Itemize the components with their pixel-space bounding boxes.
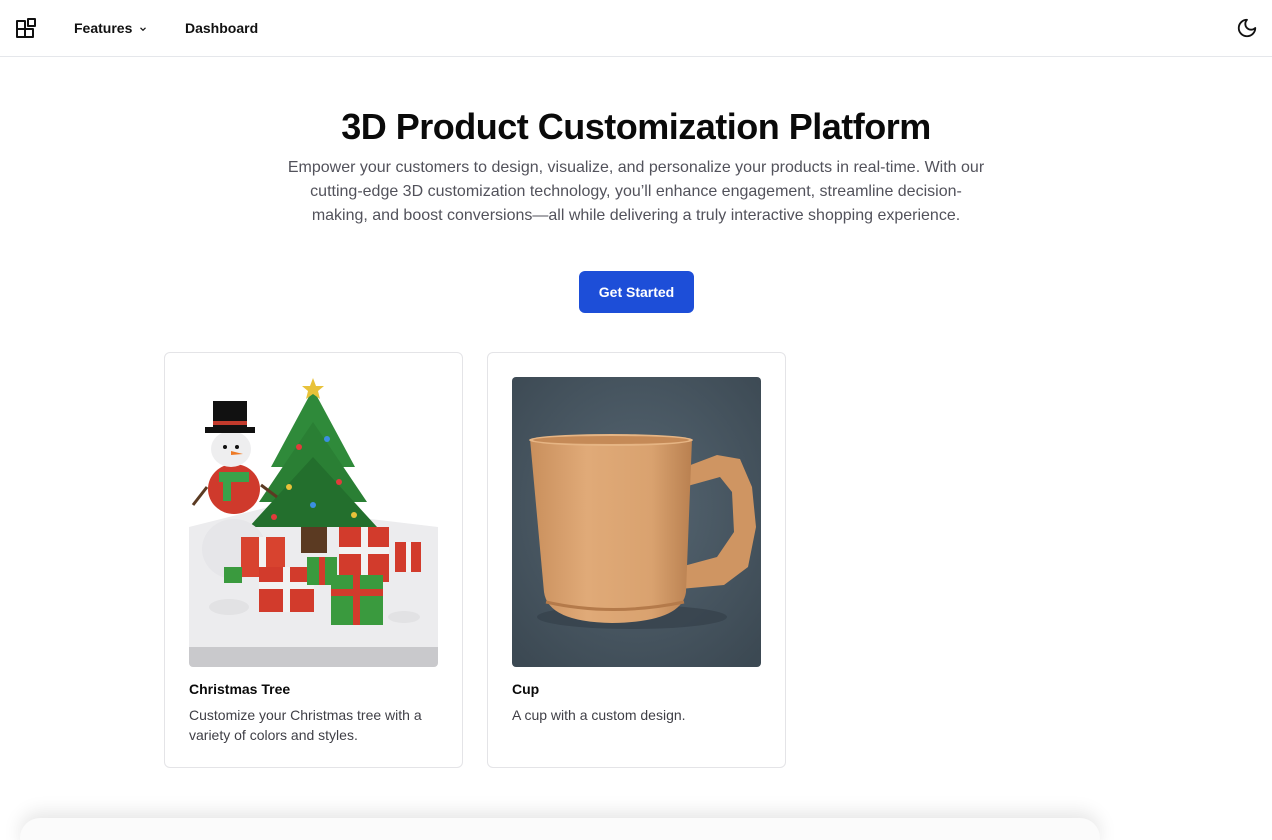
nav-dashboard-label: Dashboard: [185, 20, 259, 36]
hero-subtitle: Empower your customers to design, visual…: [287, 159, 985, 224]
chevron-down-icon: [140, 27, 147, 32]
product-card-title: Christmas Tree: [189, 681, 291, 697]
cup-image: [512, 377, 761, 667]
nav-features-dropdown[interactable]: Features: [74, 18, 148, 38]
product-card-description: Customize your Christmas tree with a var…: [189, 707, 422, 743]
hero-title: 3D Product Customization Platform: [341, 106, 931, 147]
nav-features-label: Features: [74, 20, 133, 36]
product-card-cup[interactable]: Cup A cup with a custom design.: [487, 352, 786, 768]
product-card-description: A cup with a custom design.: [512, 707, 686, 723]
bottom-panel-edge: [20, 818, 1100, 840]
christmas-tree-image: [189, 377, 438, 667]
blocks-logo-icon[interactable]: [14, 17, 38, 41]
top-navbar: Features Dashboard: [0, 0, 1272, 57]
get-started-button[interactable]: Get Started: [579, 271, 694, 313]
moon-icon[interactable]: [1236, 17, 1258, 39]
product-card-title: Cup: [512, 681, 540, 697]
product-card-christmas-tree[interactable]: Christmas Tree Customize your Christmas …: [164, 352, 463, 768]
nav-dashboard-link[interactable]: Dashboard: [185, 18, 258, 38]
